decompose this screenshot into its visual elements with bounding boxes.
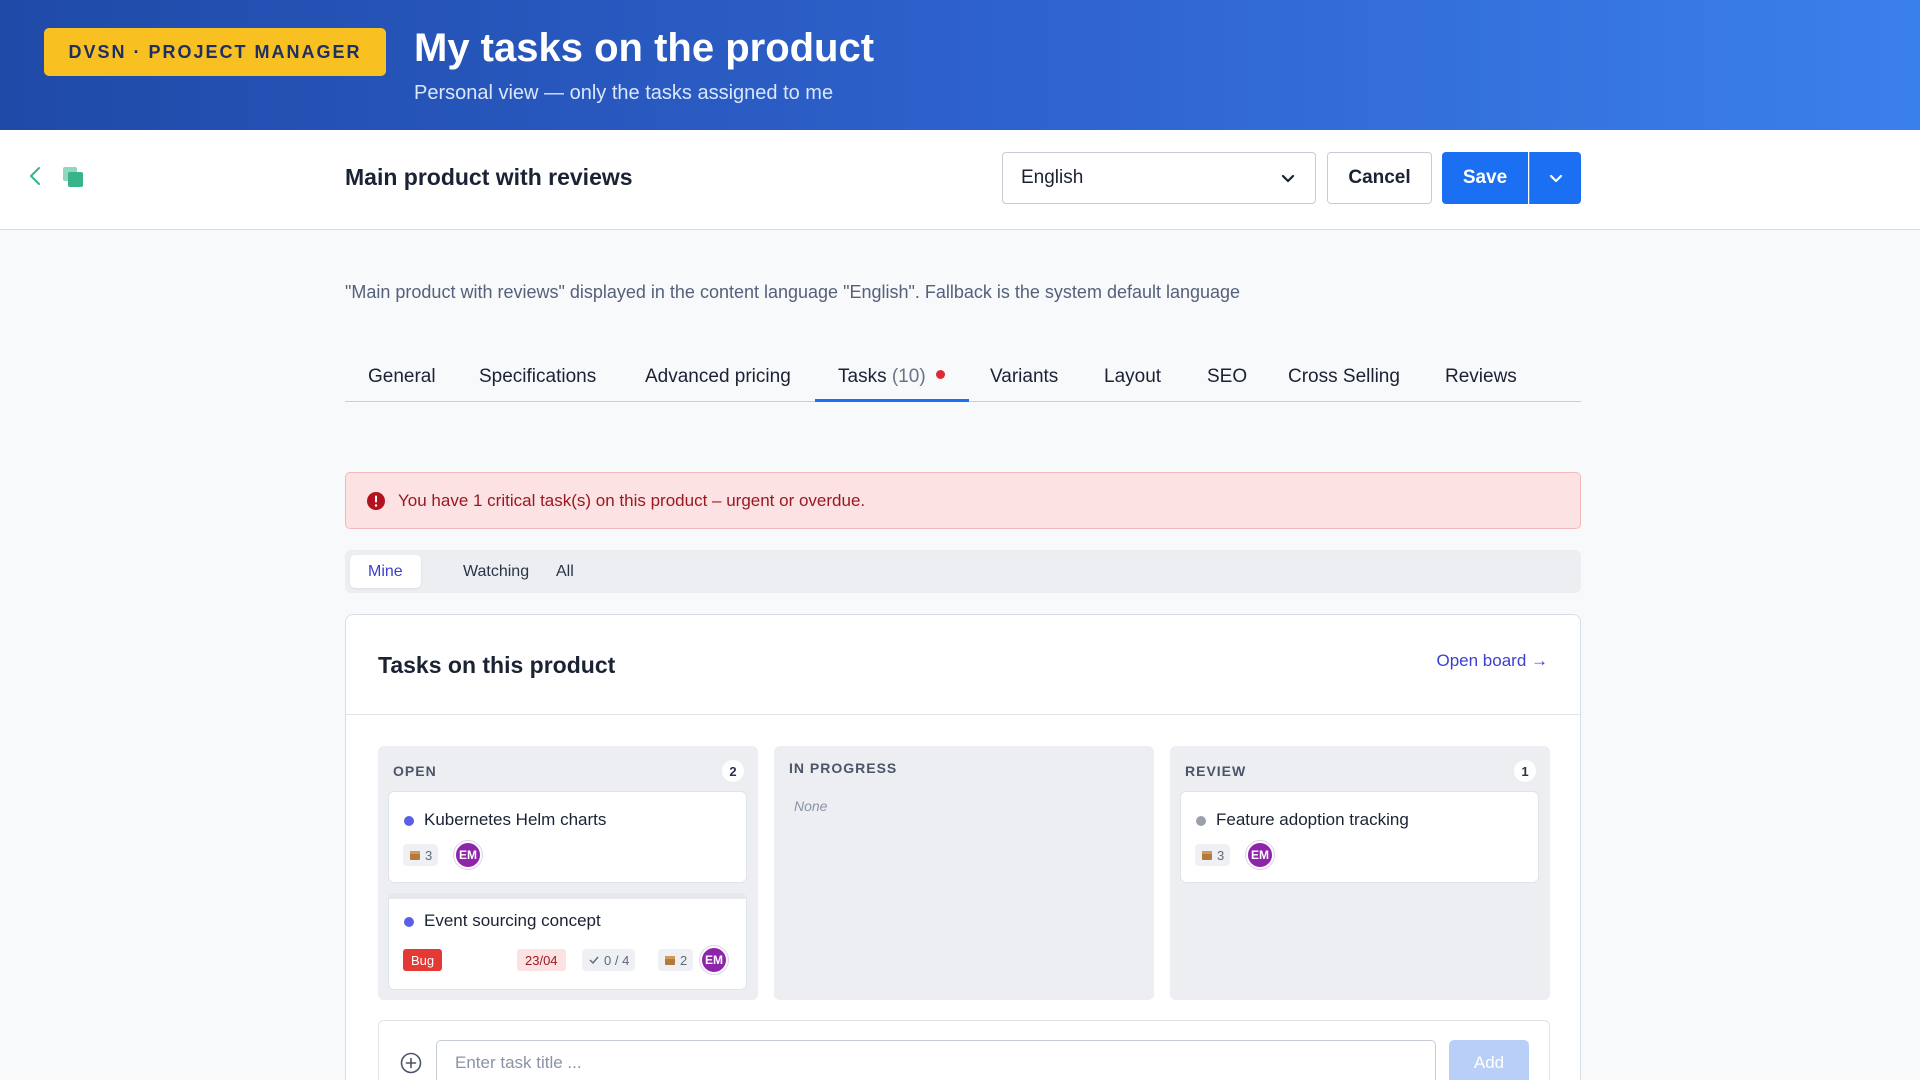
- add-task-button[interactable]: Add: [1449, 1040, 1529, 1080]
- avatar[interactable]: EM: [700, 946, 728, 974]
- active-tab-indicator: [815, 399, 969, 402]
- product-count: 2: [680, 952, 688, 968]
- alert-text: You have 1 critical task(s) on this prod…: [398, 490, 866, 510]
- tab-reviews[interactable]: Reviews: [1445, 366, 1517, 388]
- product-count-chip: 2: [658, 949, 694, 971]
- task-filter: Mine Watching All: [345, 550, 1581, 593]
- tab-tasks[interactable]: Tasks (10): [838, 366, 945, 388]
- header-banner: DVSN · PROJECT MANAGER My tasks on the p…: [0, 0, 1920, 130]
- open-board-link[interactable]: Open board →: [1436, 651, 1548, 671]
- column-title: OPEN: [393, 763, 437, 779]
- detail-toolbar: Main product with reviews English Cancel…: [0, 130, 1920, 230]
- language-info-text: "Main product with reviews" displayed in…: [345, 282, 1241, 302]
- checklist-progress: 0 / 4: [604, 952, 630, 968]
- duplicate-icon[interactable]: [60, 164, 86, 190]
- cancel-button[interactable]: Cancel: [1327, 152, 1432, 204]
- check-icon: [589, 956, 599, 965]
- error-icon: [366, 491, 386, 511]
- filter-watching[interactable]: Watching: [445, 555, 547, 588]
- app-badge: DVSN · PROJECT MANAGER: [44, 28, 386, 76]
- chevron-down-icon: [1279, 169, 1297, 187]
- product-count-chip: 3: [403, 844, 439, 866]
- tasks-card-title: Tasks on this product: [378, 652, 616, 678]
- avatar[interactable]: EM: [454, 841, 482, 869]
- column-review: REVIEW 1 Feature adoption tracking 3 EM: [1170, 746, 1550, 1000]
- task-card[interactable]: Event sourcing concept Bug 23/04 0 / 4 2…: [388, 893, 747, 990]
- back-arrow-icon[interactable]: [24, 164, 48, 188]
- status-dot: [404, 917, 414, 927]
- new-task-row: Add: [378, 1020, 1550, 1080]
- bug-tag: Bug: [403, 949, 443, 971]
- plus-circle-icon: [399, 1051, 423, 1075]
- status-dot: [404, 816, 414, 826]
- save-button[interactable]: Save: [1442, 152, 1528, 204]
- empty-column-text: None: [794, 798, 828, 814]
- status-dot: [1196, 816, 1206, 826]
- tab-advanced-pricing[interactable]: Advanced pricing: [645, 366, 791, 388]
- tab-specifications[interactable]: Specifications: [479, 366, 596, 388]
- task-card[interactable]: Feature adoption tracking 3 EM: [1180, 791, 1539, 883]
- task-title: Event sourcing concept: [424, 911, 601, 930]
- product-count-chip: 3: [1195, 844, 1231, 866]
- box-icon: [1202, 851, 1212, 860]
- tab-tasks-count: (10): [891, 366, 926, 387]
- task-card[interactable]: Kubernetes Helm charts 3 EM: [388, 791, 747, 883]
- filter-all[interactable]: All: [538, 555, 592, 588]
- box-icon: [410, 851, 420, 860]
- language-select[interactable]: English: [1002, 152, 1316, 204]
- task-title: Kubernetes Helm charts: [424, 810, 607, 829]
- chevron-down-icon: [1549, 174, 1562, 183]
- tab-general[interactable]: General: [368, 366, 436, 388]
- column-count-badge: 2: [722, 760, 744, 782]
- tab-seo[interactable]: SEO: [1207, 366, 1247, 388]
- column-title: IN PROGRESS: [789, 760, 898, 776]
- box-icon: [665, 956, 675, 965]
- tab-variants[interactable]: Variants: [990, 366, 1058, 388]
- column-title: REVIEW: [1185, 763, 1247, 779]
- column-open: OPEN 2 Kubernetes Helm charts 3 EM Event…: [378, 746, 758, 1000]
- tab-bar: General Specifications Advanced pricing …: [345, 360, 1581, 402]
- page-subtitle: Personal view — only the tasks assigned …: [414, 82, 834, 104]
- critical-task-alert: You have 1 critical task(s) on this prod…: [345, 472, 1581, 529]
- column-in-progress: IN PROGRESS None: [774, 746, 1154, 1000]
- save-options-button[interactable]: [1529, 152, 1581, 204]
- page-title: My tasks on the product: [414, 26, 875, 70]
- tab-cross-selling[interactable]: Cross Selling: [1288, 366, 1400, 388]
- language-select-value: English: [1021, 167, 1084, 188]
- product-count: 3: [1217, 847, 1225, 863]
- tab-tasks-label: Tasks: [838, 366, 887, 387]
- filter-mine[interactable]: Mine: [350, 555, 421, 588]
- task-title: Feature adoption tracking: [1216, 810, 1409, 829]
- tasks-card-header: Tasks on this product Open board →: [346, 615, 1580, 715]
- tasks-card: Tasks on this product Open board → OPEN …: [345, 614, 1581, 1080]
- product-title: Main product with reviews: [345, 164, 633, 190]
- column-count-badge: 1: [1514, 760, 1536, 782]
- due-date-chip: 23/04: [517, 949, 566, 971]
- checklist-chip: 0 / 4: [582, 949, 636, 971]
- product-count: 3: [425, 847, 433, 863]
- avatar[interactable]: EM: [1246, 841, 1274, 869]
- notification-dot: [935, 370, 945, 380]
- task-title-input[interactable]: [436, 1040, 1436, 1080]
- tab-layout[interactable]: Layout: [1104, 366, 1161, 388]
